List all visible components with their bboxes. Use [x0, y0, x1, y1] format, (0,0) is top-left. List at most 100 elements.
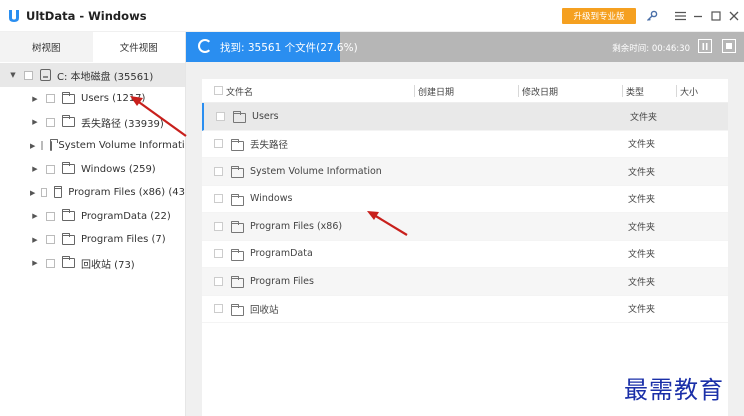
- row-checkbox[interactable]: [214, 221, 223, 231]
- folder-icon: [54, 185, 63, 198]
- row-name: 回收站: [250, 304, 279, 316]
- folder-icon: [233, 111, 246, 123]
- expand-right-icon[interactable]: ▶: [30, 236, 40, 244]
- main-panel: 文件名 创建日期 修改日期 类型 大小 Users 文件夹 丢失路径 文件夹 S…: [186, 62, 744, 416]
- file-table: 文件名 创建日期 修改日期 类型 大小 Users 文件夹 丢失路径 文件夹 S…: [202, 79, 728, 416]
- table-row[interactable]: Users 文件夹: [202, 103, 728, 131]
- table-row[interactable]: 丢失路径 文件夹: [202, 131, 728, 158]
- row-type: 文件夹: [630, 112, 658, 123]
- checkbox[interactable]: [46, 94, 55, 104]
- menu-icon[interactable]: [673, 8, 687, 24]
- table-row[interactable]: ProgramData 文件夹: [202, 241, 728, 268]
- stop-icon: [726, 43, 732, 49]
- scan-status-text: 找到: 35561 个文件(27.6%): [220, 42, 358, 54]
- maximize-icon[interactable]: [709, 8, 723, 24]
- tree-item-system-volume[interactable]: ▶ System Volume Information: [0, 134, 185, 158]
- tree-item-recycle-bin[interactable]: ▶ 回收站 (73): [0, 252, 185, 276]
- table-row[interactable]: System Volume Information 文件夹: [202, 158, 728, 186]
- row-checkbox[interactable]: [214, 304, 223, 314]
- table-row[interactable]: Program Files (x86) 文件夹: [202, 213, 728, 241]
- column-divider[interactable]: [518, 85, 519, 97]
- checkbox[interactable]: [46, 258, 55, 268]
- checkbox[interactable]: [46, 164, 55, 174]
- tree-root-label: C: 本地磁盘 (35561): [57, 71, 154, 83]
- tree-item-lost-path[interactable]: ▶ 丢失路径 (33939): [0, 111, 185, 135]
- ultdata-logo-icon: [7, 8, 21, 24]
- table-header: 文件名 创建日期 修改日期 类型 大小: [202, 79, 728, 103]
- expand-right-icon[interactable]: ▶: [30, 259, 40, 267]
- row-checkbox[interactable]: [214, 249, 223, 259]
- table-row[interactable]: Windows 文件夹: [202, 186, 728, 213]
- row-checkbox[interactable]: [214, 166, 223, 176]
- tab-file-view[interactable]: 文件视图: [93, 32, 186, 62]
- minimize-icon[interactable]: [691, 8, 705, 24]
- row-type: 文件夹: [628, 195, 656, 206]
- checkbox[interactable]: [46, 211, 55, 221]
- stop-button[interactable]: [722, 39, 736, 53]
- table-row[interactable]: 回收站 文件夹: [202, 296, 728, 323]
- tree-item-label: ProgramData (22): [81, 210, 171, 222]
- folder-icon: [62, 115, 75, 128]
- row-checkbox[interactable]: [214, 139, 223, 149]
- expand-right-icon[interactable]: ▶: [30, 142, 35, 150]
- tree-item-program-files-x86[interactable]: ▶ Program Files (x86) (43: [0, 181, 185, 205]
- row-type: 文件夹: [628, 277, 656, 288]
- tab-tree-view[interactable]: 树视图: [0, 32, 93, 62]
- folder-icon: [50, 138, 59, 151]
- checkbox[interactable]: [24, 70, 33, 80]
- tree-root-drive[interactable]: ▼ C: 本地磁盘 (35561): [0, 63, 185, 87]
- expand-right-icon[interactable]: ▶: [30, 212, 40, 220]
- row-name: Users: [252, 110, 279, 122]
- expand-right-icon[interactable]: ▶: [30, 118, 40, 126]
- expand-right-icon[interactable]: ▶: [30, 189, 35, 197]
- key-icon[interactable]: [645, 8, 659, 24]
- tree-item-program-files[interactable]: ▶ Program Files (7): [0, 228, 185, 252]
- expand-right-icon[interactable]: ▶: [30, 165, 40, 173]
- expand-right-icon[interactable]: ▶: [30, 95, 40, 103]
- checkbox[interactable]: [41, 188, 48, 198]
- column-divider[interactable]: [622, 85, 623, 97]
- folder-icon: [231, 138, 244, 151]
- tree-item-label: Program Files (x86) (43: [68, 187, 185, 199]
- watermark-text: 最需教育: [624, 376, 724, 404]
- column-divider[interactable]: [414, 85, 415, 97]
- row-type: 文件夹: [628, 250, 656, 261]
- tree-item-label: System Volume Information: [58, 140, 185, 152]
- row-name: Windows: [250, 193, 293, 205]
- row-type: 文件夹: [628, 305, 656, 316]
- column-divider[interactable]: [676, 85, 677, 97]
- pause-button[interactable]: [698, 39, 712, 53]
- folder-icon: [62, 209, 75, 222]
- checkbox[interactable]: [46, 117, 55, 127]
- folder-icon: [231, 193, 244, 206]
- row-checkbox[interactable]: [216, 111, 225, 121]
- folder-icon: [62, 91, 75, 104]
- expand-down-icon[interactable]: ▼: [8, 71, 18, 79]
- upgrade-button[interactable]: 升级到专业版: [562, 8, 636, 24]
- row-name: ProgramData: [250, 248, 313, 260]
- column-header-name[interactable]: 文件名: [226, 79, 253, 103]
- column-header-size[interactable]: 大小: [680, 79, 698, 103]
- tree-item-windows[interactable]: ▶ Windows (259): [0, 158, 185, 182]
- tree-item-users[interactable]: ▶ Users (1217): [0, 87, 185, 111]
- select-all-checkbox[interactable]: [214, 86, 223, 95]
- close-icon[interactable]: [727, 8, 741, 24]
- checkbox[interactable]: [46, 235, 55, 245]
- row-type: 文件夹: [628, 140, 656, 151]
- folder-icon: [62, 232, 75, 245]
- folder-tree: ▼ C: 本地磁盘 (35561) ▶ Users (1217) ▶ 丢失路径 …: [0, 63, 185, 275]
- folder-icon: [231, 276, 244, 288]
- row-checkbox[interactable]: [214, 276, 223, 286]
- row-checkbox[interactable]: [214, 194, 223, 204]
- folder-icon: [231, 166, 244, 178]
- table-row[interactable]: Program Files 文件夹: [202, 268, 728, 296]
- row-name: System Volume Information: [250, 165, 382, 177]
- checkbox[interactable]: [41, 141, 44, 151]
- tree-item-label: Users (1217): [81, 93, 146, 105]
- tree-item-programdata[interactable]: ▶ ProgramData (22): [0, 205, 185, 229]
- column-header-type[interactable]: 类型: [626, 79, 644, 103]
- column-header-created[interactable]: 创建日期: [418, 79, 454, 103]
- row-name: Program Files (x86): [250, 220, 343, 232]
- row-type: 文件夹: [628, 222, 656, 233]
- column-header-modified[interactable]: 修改日期: [522, 79, 558, 103]
